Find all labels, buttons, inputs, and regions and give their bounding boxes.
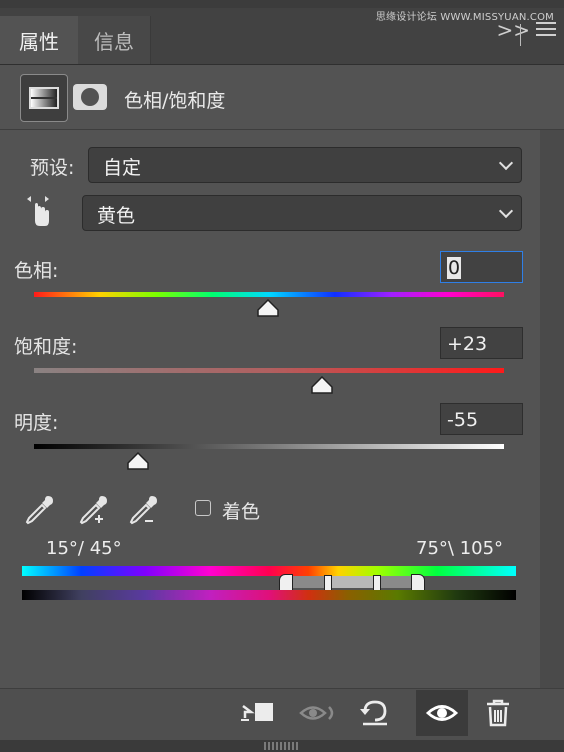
hue-input[interactable]: 0: [440, 251, 523, 283]
eyedropper-plus-icon[interactable]: [76, 492, 112, 528]
visibility-eye-icon[interactable]: [416, 690, 468, 736]
hue-slider-track[interactable]: [34, 292, 504, 297]
channel-dropdown[interactable]: 黄色: [82, 195, 522, 231]
targeted-adjust-hand-icon[interactable]: [24, 193, 52, 229]
lightness-label: 明度:: [14, 412, 59, 434]
collapse-panel-icon[interactable]: >>: [496, 18, 530, 42]
layer-mask-icon[interactable]: [73, 84, 107, 110]
colorize-checkbox[interactable]: [195, 500, 211, 516]
hue-slider-thumb[interactable]: [257, 298, 279, 317]
view-previous-icon[interactable]: [296, 692, 338, 734]
channel-value: 黄色: [97, 205, 136, 227]
panel-menu-icon[interactable]: [536, 22, 556, 36]
adjustment-title: 色相/饱和度: [124, 90, 226, 112]
range-handle-right[interactable]: [373, 575, 381, 591]
lightness-slider-thumb[interactable]: [127, 451, 149, 470]
hue-value: 0: [447, 257, 462, 279]
lightness-input[interactable]: -55: [440, 403, 523, 435]
reset-icon[interactable]: [354, 692, 396, 734]
saturation-label: 饱和度:: [14, 336, 78, 358]
lightness-slider-track[interactable]: [34, 444, 504, 449]
preset-value: 自定: [103, 157, 142, 179]
eyedropper-icon[interactable]: [22, 492, 58, 528]
tab-properties[interactable]: 属性: [0, 16, 78, 64]
resize-grip-icon[interactable]: [264, 742, 300, 750]
scrollbar[interactable]: [540, 130, 564, 688]
range-handle-left[interactable]: [324, 575, 332, 591]
trash-icon[interactable]: [477, 692, 519, 734]
preset-dropdown[interactable]: 自定: [88, 147, 522, 183]
range-band-inner[interactable]: [328, 576, 376, 588]
eyedropper-minus-icon[interactable]: [126, 492, 162, 528]
clip-to-layer-icon[interactable]: [236, 692, 278, 734]
color-range-bottom-bar: [22, 590, 516, 600]
top-strip: [0, 0, 564, 8]
preset-label: 预设:: [30, 157, 75, 179]
saturation-input[interactable]: +23: [440, 327, 523, 359]
range-right-text: 75°\ 105°: [416, 538, 504, 559]
range-left-text: 15°/ 45°: [46, 538, 122, 559]
chevron-down-icon: [498, 155, 514, 171]
chevron-down-icon: [498, 203, 514, 219]
saturation-slider-track[interactable]: [34, 368, 504, 373]
hue-label: 色相:: [14, 260, 59, 282]
tab-info[interactable]: 信息: [78, 16, 151, 64]
color-range-top-bar: [22, 566, 516, 576]
saturation-slider-thumb[interactable]: [311, 375, 333, 394]
adjustment-layer-icon[interactable]: [20, 74, 68, 122]
colorize-label: 着色: [222, 501, 261, 523]
tab-divider: [520, 24, 521, 46]
